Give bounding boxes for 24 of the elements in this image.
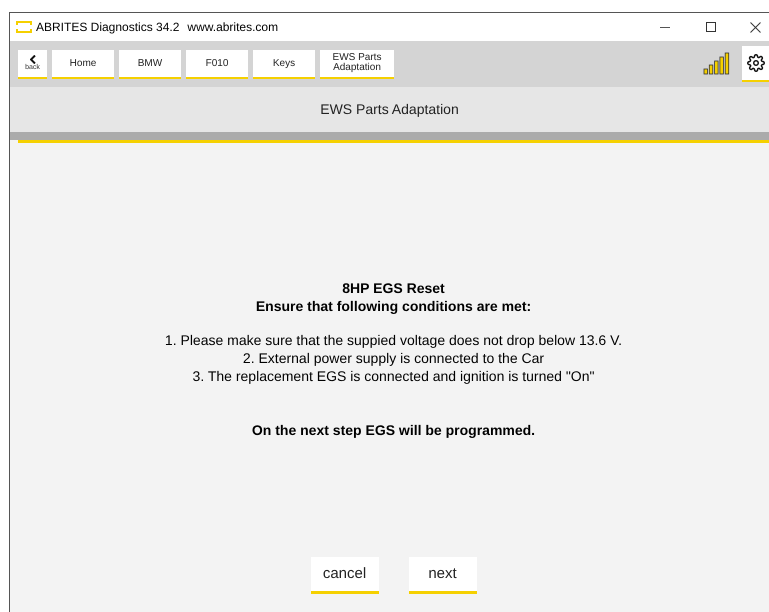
window-title: ABRITES Diagnostics 34.2 — [36, 19, 180, 36]
content-title: 8HP EGS Reset — [342, 279, 445, 297]
maximize-icon[interactable] — [706, 22, 716, 32]
settings-button[interactable] — [742, 46, 769, 82]
condition-text: 3. The replacement EGS is connected and ignition is turned "On" — [192, 367, 594, 385]
close-icon[interactable] — [750, 22, 761, 32]
breadcrumb-button[interactable]: F010 — [186, 50, 248, 78]
breadcrumb-button[interactable]: Keys — [253, 50, 315, 78]
condition-text: 1. Please make sure that the suppied voltage does not drop below 13.6 V. — [164, 331, 622, 349]
condition-text: 2. External power supply is connected to the Car — [242, 349, 544, 367]
minimize-icon[interactable] — [660, 26, 670, 28]
action-button[interactable]: cancel — [310, 557, 378, 594]
settings-icon — [746, 54, 764, 72]
content-subtitle: Ensure that following conditions are met: — [256, 297, 532, 315]
breadcrumb-button[interactable]: EWS Parts Adaptation — [320, 50, 394, 78]
logo-icon — [16, 21, 32, 33]
window-url: www.abrites.com — [187, 19, 278, 36]
page-title: EWS Parts Adaptation — [320, 100, 459, 119]
breadcrumb-button[interactable]: Home — [52, 50, 114, 78]
action-button[interactable]: next — [408, 557, 476, 594]
signal-strength-icon — [703, 52, 731, 76]
breadcrumb-button[interactable]: BMW — [119, 50, 181, 78]
warning-text: On the next step EGS will be programmed. — [252, 421, 536, 439]
chevron-left-icon — [30, 55, 36, 64]
